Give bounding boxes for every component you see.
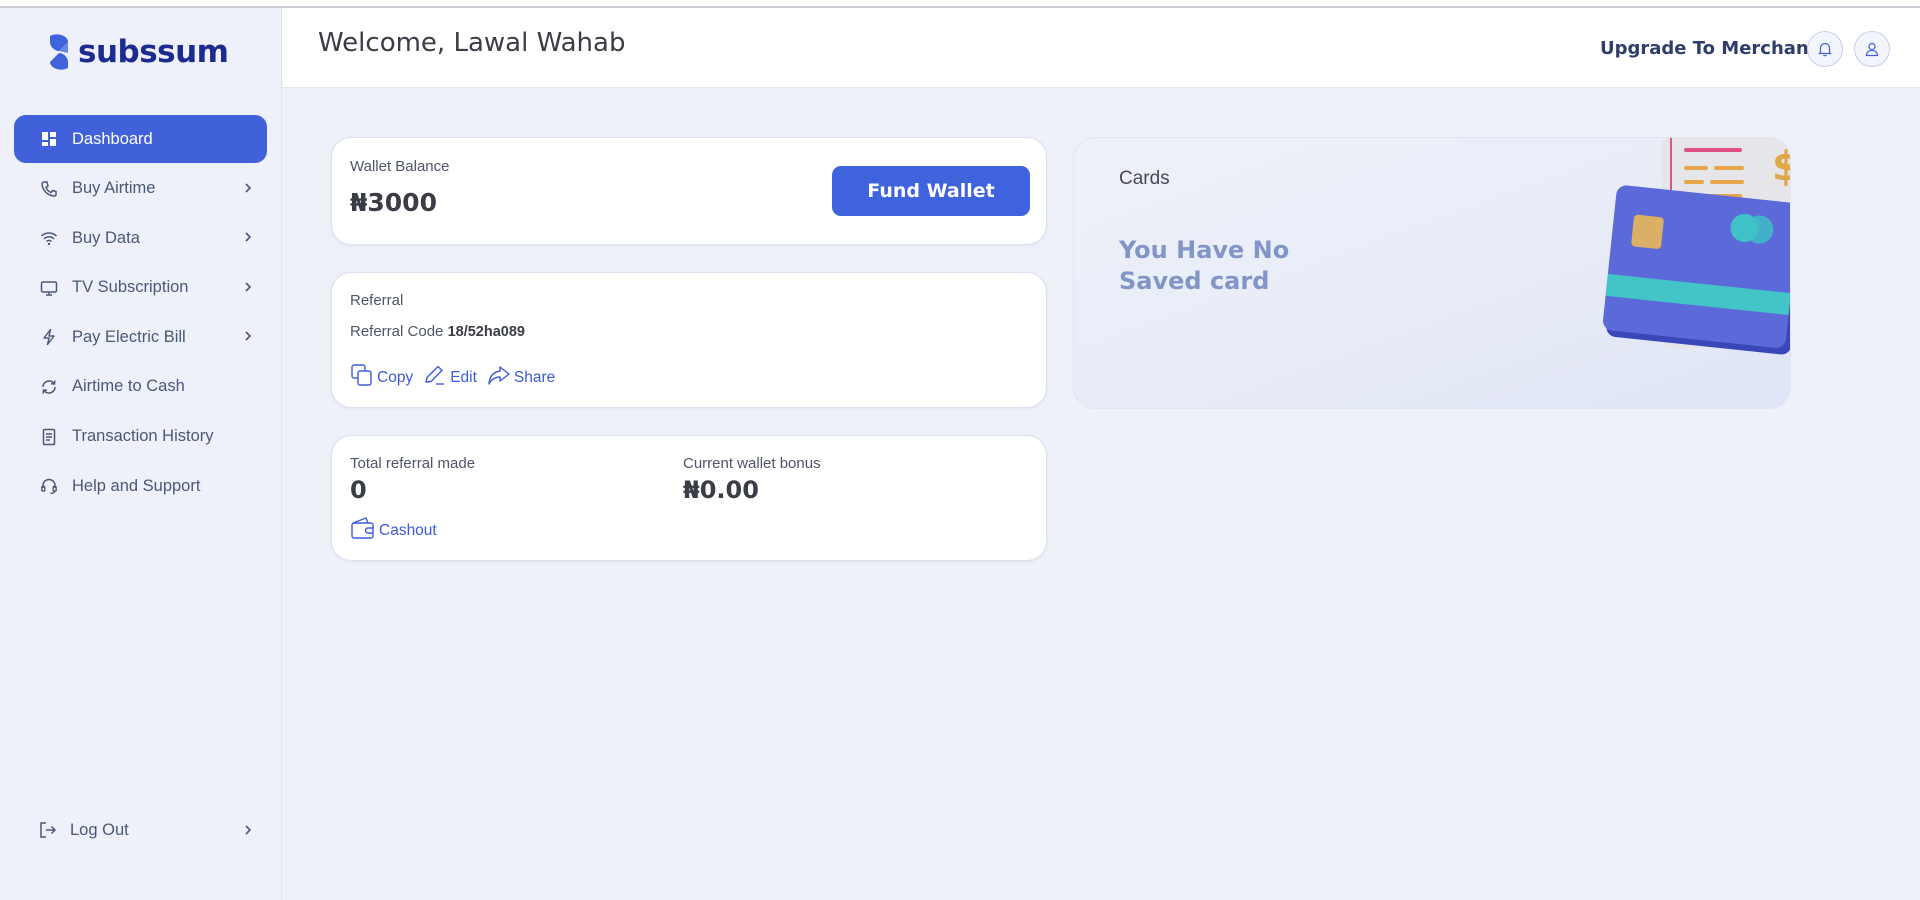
wallet-bonus-value: ₦0.00 <box>683 476 759 504</box>
upgrade-to-merchant-link[interactable]: Upgrade To Merchant <box>1600 38 1817 59</box>
wallet-balance-card: Wallet Balance ₦3000 Fund Wallet <box>331 137 1047 245</box>
sidebar-item-label: Buy Data <box>72 228 140 247</box>
total-referral-value: 0 <box>350 476 367 504</box>
subssum-logo-icon <box>50 34 68 70</box>
fund-wallet-button[interactable]: Fund Wallet <box>832 166 1030 216</box>
sidebar-item-label: Pay Electric Bill <box>72 327 186 346</box>
no-saved-card-message: You Have No Saved card <box>1119 236 1290 295</box>
bolt-icon <box>40 328 58 346</box>
receipt-icon <box>40 428 58 446</box>
grid-icon <box>40 130 58 148</box>
sidebar-item-airtime-to-cash[interactable]: Airtime to Cash <box>14 363 267 411</box>
sidebar-item-label: TV Subscription <box>72 278 189 297</box>
headset-icon <box>40 477 58 495</box>
chevron-right-icon <box>245 331 252 341</box>
copy-label: Copy <box>377 369 414 386</box>
share-button[interactable]: Share <box>487 363 555 387</box>
welcome-message: Welcome, Lawal Wahab <box>318 28 626 58</box>
logout-button[interactable]: Log Out <box>14 808 267 852</box>
sidebar-item-label: Airtime to Cash <box>72 377 185 396</box>
saved-cards-panel: Cards You Have No Saved card $ <box>1073 137 1791 409</box>
sidebar: subssum Dashboard Buy Airtime Buy Data T… <box>0 8 282 900</box>
logout-label: Log Out <box>70 820 129 839</box>
credit-card-illustration: $ <box>1603 138 1791 355</box>
svg-text:$: $ <box>1772 144 1791 190</box>
phone-icon <box>40 180 58 198</box>
sidebar-item-help-and-support[interactable]: Help and Support <box>14 462 267 510</box>
edit-button[interactable]: Edit <box>423 363 477 387</box>
referral-code-label: Referral Code <box>350 323 444 340</box>
profile-button[interactable] <box>1854 31 1890 67</box>
referral-card: Referral Referral Code 18/52ha089 Copy E… <box>331 272 1047 408</box>
sidebar-item-label: Dashboard <box>72 129 153 148</box>
sidebar-item-pay-electric-bill[interactable]: Pay Electric Bill <box>14 313 267 361</box>
tv-icon <box>40 279 58 297</box>
brand-name: subssum <box>78 34 229 70</box>
share-arrow-icon <box>488 366 510 385</box>
sidebar-item-buy-data[interactable]: Buy Data <box>14 214 267 262</box>
pencil-icon <box>425 365 445 385</box>
copy-icon <box>351 364 372 386</box>
sidebar-item-label: Buy Airtime <box>72 179 156 198</box>
logout-icon <box>38 820 58 840</box>
sidebar-item-tv-subscription[interactable]: TV Subscription <box>14 264 267 312</box>
wallet-bonus-label: Current wallet bonus <box>683 455 821 472</box>
referral-code-value: 18/52ha089 <box>447 324 525 340</box>
cashout-label: Cashout <box>379 522 437 539</box>
share-label: Share <box>513 369 556 386</box>
sidebar-item-label: Transaction History <box>72 427 214 446</box>
brand-logo[interactable]: subssum <box>46 32 229 72</box>
edit-label: Edit <box>450 369 477 386</box>
wallet-icon <box>351 517 374 539</box>
wallet-balance-amount: ₦3000 <box>350 188 437 217</box>
refresh-icon <box>40 378 58 396</box>
referral-label: Referral <box>350 292 404 309</box>
chevron-right-icon <box>245 183 252 193</box>
chevron-right-icon <box>245 825 252 835</box>
wallet-balance-label: Wallet Balance <box>350 158 450 175</box>
referral-code-row: Referral Code 18/52ha089 <box>350 323 525 340</box>
sidebar-item-dashboard[interactable]: Dashboard <box>14 115 267 163</box>
sidebar-item-label: Help and Support <box>72 476 201 495</box>
referral-stats-card: Total referral made 0 Current wallet bon… <box>331 435 1047 561</box>
user-icon <box>1865 42 1879 57</box>
wifi-icon <box>40 229 58 247</box>
referral-actions: Copy Edit Share <box>350 363 555 387</box>
top-header: Welcome, Lawal Wahab Upgrade To Merchant <box>282 8 1920 88</box>
window-top-border <box>0 0 1920 8</box>
cards-title: Cards <box>1119 168 1170 189</box>
sidebar-item-transaction-history[interactable]: Transaction History <box>14 413 267 461</box>
sidebar-nav: Dashboard Buy Airtime Buy Data TV Subscr… <box>14 115 267 512</box>
total-referral-label: Total referral made <box>350 455 476 472</box>
bell-icon <box>1818 42 1832 57</box>
chevron-right-icon <box>245 232 252 242</box>
cashout-button[interactable]: Cashout <box>350 516 437 540</box>
chevron-right-icon <box>245 282 252 292</box>
copy-button[interactable]: Copy <box>350 363 413 387</box>
notifications-button[interactable] <box>1807 31 1843 67</box>
sidebar-item-buy-airtime[interactable]: Buy Airtime <box>14 165 267 213</box>
